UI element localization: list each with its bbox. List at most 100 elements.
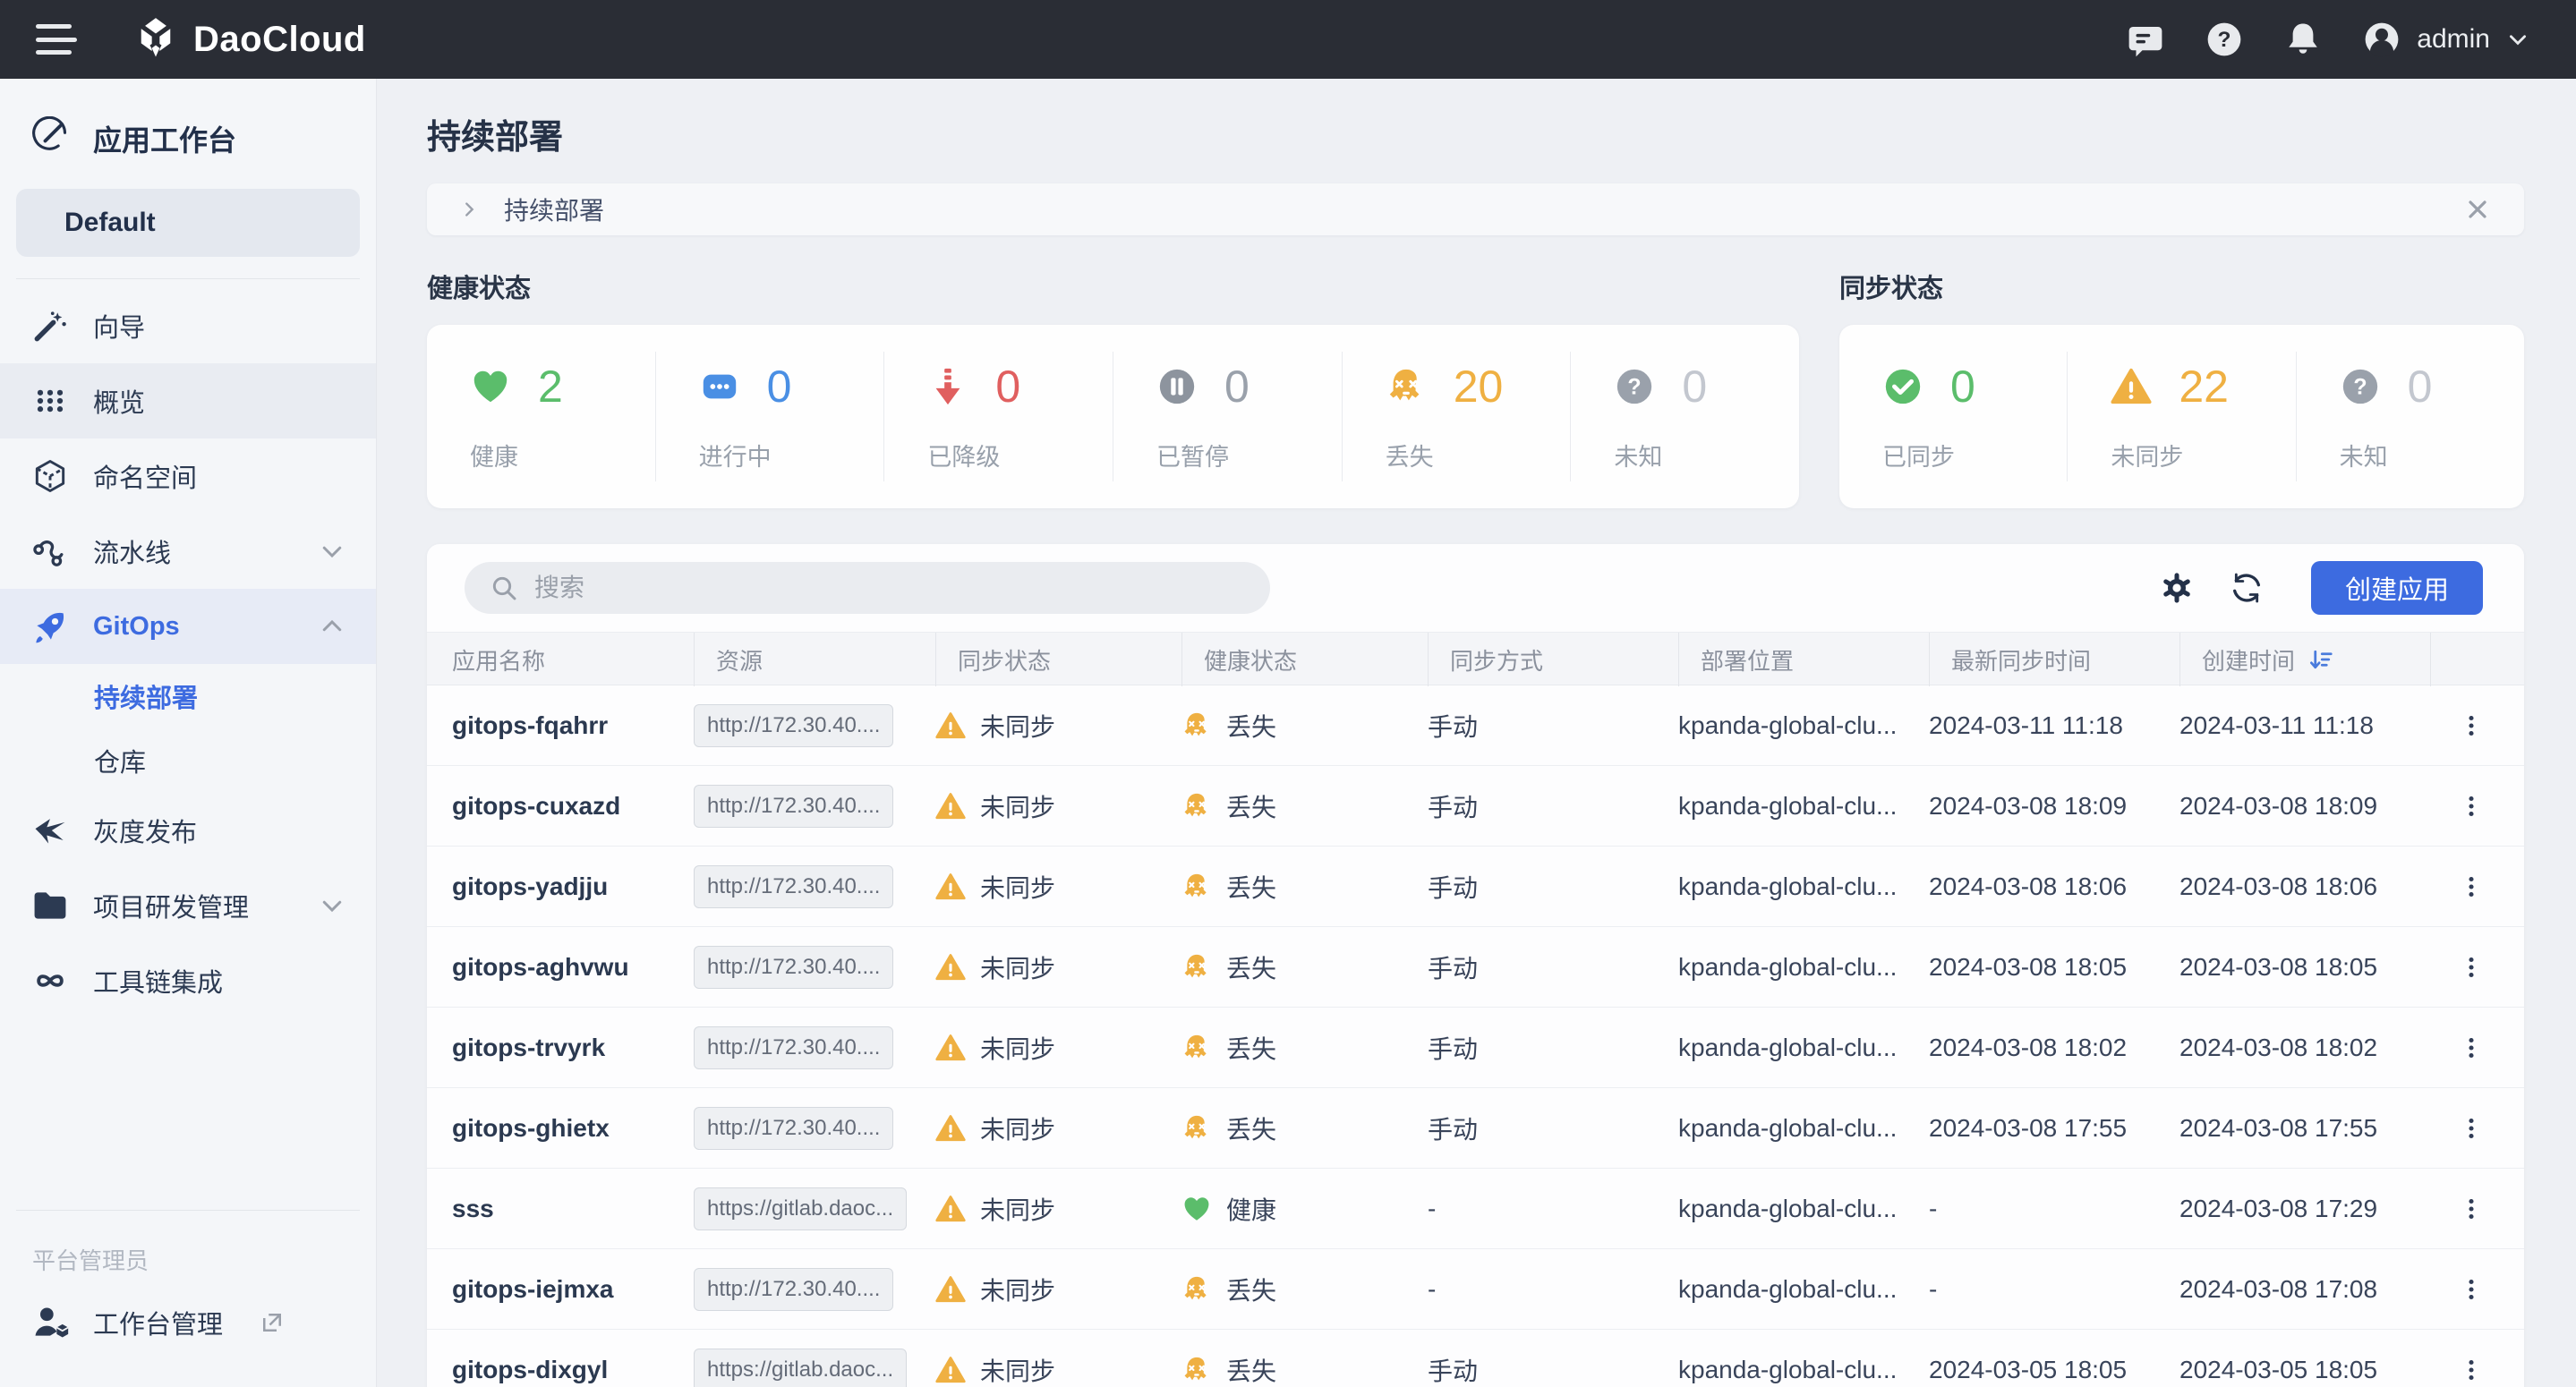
sync-method-cell: - xyxy=(1428,1195,1678,1223)
row-actions-button[interactable] xyxy=(2430,1113,2524,1144)
resource-chip[interactable]: http://172.30.40.... xyxy=(694,946,893,989)
stat-degraded: 0 已降级 xyxy=(883,352,1113,481)
heart-icon xyxy=(470,366,511,407)
breadcrumb-item[interactable]: 持续部署 xyxy=(504,191,604,227)
row-actions-button[interactable] xyxy=(2430,1033,2524,1063)
app-name-link[interactable]: sss xyxy=(452,1195,694,1223)
app-name-link[interactable]: gitops-iejmxa xyxy=(452,1275,694,1304)
sync-status-cell: 未同步 xyxy=(935,1110,1181,1146)
sidebar-item-pipeline[interactable]: 流水线 xyxy=(0,514,376,589)
last-sync-time-cell: 2024-03-05 18:05 xyxy=(1929,1356,2179,1384)
question-icon: ? xyxy=(2340,366,2381,407)
deploy-location-cell: kpanda-global-clu... xyxy=(1678,872,1929,901)
topbar: DaoCloud ? admin xyxy=(0,0,2576,79)
sidebar-item-namespace[interactable]: 命名空间 xyxy=(0,438,376,514)
arrow-down-icon xyxy=(927,366,968,407)
table-row: gitops-aghvwu http://172.30.40.... 未同步 丢… xyxy=(427,927,2524,1008)
sidebar-item-canary-release[interactable]: 灰度发布 xyxy=(0,793,376,868)
brand[interactable]: DaoCloud xyxy=(132,16,366,63)
stat-label: 未知 xyxy=(2340,438,2524,472)
sidebar-item-label: 持续部署 xyxy=(94,677,198,715)
folder-icon xyxy=(30,886,70,925)
app-name-link[interactable]: gitops-cuxazd xyxy=(452,792,694,821)
app-name-link[interactable]: gitops-trvyrk xyxy=(452,1034,694,1062)
row-actions-button[interactable] xyxy=(2430,872,2524,902)
stat-label: 已暂停 xyxy=(1156,438,1342,472)
sidebar-item-repository[interactable]: 仓库 xyxy=(0,728,376,793)
col-created-time[interactable]: 创建时间 xyxy=(2179,633,2430,686)
health-status-card: 2 健康 0 进行中 xyxy=(427,325,1799,508)
sidebar-item-overview[interactable]: 概览 xyxy=(0,363,376,438)
row-actions-button[interactable] xyxy=(2430,791,2524,821)
resource-chip[interactable]: http://172.30.40.... xyxy=(694,704,893,747)
col-sync-method[interactable]: 同步方式 xyxy=(1428,633,1678,686)
warning-icon xyxy=(935,791,966,821)
last-sync-time-cell: 2024-03-08 18:05 xyxy=(1929,953,2179,982)
deploy-location-cell: kpanda-global-clu... xyxy=(1678,1356,1929,1384)
create-app-button[interactable]: 创建应用 xyxy=(2311,561,2483,615)
resource-chip[interactable]: http://172.30.40.... xyxy=(694,1026,893,1069)
app-name-link[interactable]: gitops-yadjju xyxy=(452,872,694,901)
sync-status-cell: 未同步 xyxy=(935,869,1181,905)
created-time-cell: 2024-03-08 17:08 xyxy=(2179,1275,2430,1304)
app-name-link[interactable]: gitops-aghvwu xyxy=(452,953,694,982)
refresh-icon[interactable] xyxy=(2229,570,2265,606)
resource-chip[interactable]: http://172.30.40.... xyxy=(694,1268,893,1311)
resource-chip[interactable]: http://172.30.40.... xyxy=(694,865,893,908)
bell-icon[interactable] xyxy=(2284,21,2322,58)
sidebar-item-continuous-deployment[interactable]: 持续部署 xyxy=(0,664,376,728)
app-name-link[interactable]: gitops-fqahrr xyxy=(452,711,694,740)
col-last-sync-time[interactable]: 最新同步时间 xyxy=(1929,633,2179,686)
sidebar-item-project-management[interactable]: 项目研发管理 xyxy=(0,868,376,943)
sort-descending-icon[interactable] xyxy=(2307,646,2334,673)
stat-sync-unknown: ? 0 未知 xyxy=(2296,352,2524,481)
table-tools: 创建应用 xyxy=(2159,561,2483,615)
menu-toggle-icon[interactable] xyxy=(36,24,77,55)
last-sync-time-cell: - xyxy=(1929,1195,2179,1223)
sync-status-cell: 未同步 xyxy=(935,1030,1181,1066)
app-name-link[interactable]: gitops-ghietx xyxy=(452,1114,694,1143)
sidebar-item-wizard[interactable]: 向导 xyxy=(0,288,376,363)
row-actions-button[interactable] xyxy=(2430,1274,2524,1305)
row-actions-button[interactable] xyxy=(2430,952,2524,983)
workspace-selector[interactable]: Default xyxy=(16,189,360,257)
sidebar-item-workbench-management[interactable]: 工作台管理 xyxy=(0,1285,376,1360)
table-row: sss https://gitlab.daoc... 未同步 健康 - kpan… xyxy=(427,1169,2524,1249)
warning-icon xyxy=(935,952,966,983)
sidebar-item-gitops[interactable]: GitOps xyxy=(0,589,376,664)
row-actions-button[interactable] xyxy=(2430,711,2524,741)
search-input[interactable] xyxy=(534,574,1245,602)
workspace-selector-label: Default xyxy=(64,208,311,238)
sync-method-cell: 手动 xyxy=(1428,1030,1678,1066)
app-name-link[interactable]: gitops-dixgyl xyxy=(452,1356,694,1384)
help-icon[interactable]: ? xyxy=(2205,21,2243,58)
sidebar-nav: 向导 概览 命名空间 xyxy=(0,288,376,1018)
sidebar-item-label: 项目研发管理 xyxy=(93,887,295,924)
sidebar-item-label: 命名空间 xyxy=(93,457,345,495)
col-sync-status[interactable]: 同步状态 xyxy=(935,633,1181,686)
health-status-cell: 丢失 xyxy=(1181,869,1428,905)
user-menu[interactable]: admin xyxy=(2363,21,2529,58)
col-app-name[interactable]: 应用名称 xyxy=(452,633,694,686)
gear-icon[interactable] xyxy=(2159,570,2195,606)
resource-chip[interactable]: http://172.30.40.... xyxy=(694,785,893,828)
close-icon[interactable] xyxy=(2463,195,2492,224)
kebab-menu-icon xyxy=(2456,872,2486,902)
sidebar-item-toolchain[interactable]: 工具链集成 xyxy=(0,943,376,1018)
col-resource[interactable]: 资源 xyxy=(694,633,935,686)
row-actions-button[interactable] xyxy=(2430,1355,2524,1385)
resource-chip[interactable]: https://gitlab.daoc... xyxy=(694,1187,907,1230)
col-deploy-location[interactable]: 部署位置 xyxy=(1678,633,1929,686)
sidebar-item-label: 工具链集成 xyxy=(93,962,345,1000)
search-box[interactable] xyxy=(465,562,1270,614)
stat-label: 未知 xyxy=(1614,438,1799,472)
table-row: gitops-ghietx http://172.30.40.... 未同步 丢… xyxy=(427,1088,2524,1169)
chevron-right-icon[interactable] xyxy=(459,200,479,219)
stat-value: 0 xyxy=(1224,361,1250,413)
resource-chip[interactable]: http://172.30.40.... xyxy=(694,1107,893,1150)
row-actions-button[interactable] xyxy=(2430,1194,2524,1224)
screen: DaoCloud ? admin xyxy=(0,0,2576,1387)
col-health-status[interactable]: 健康状态 xyxy=(1181,633,1428,686)
resource-chip[interactable]: https://gitlab.daoc... xyxy=(694,1349,907,1387)
message-icon[interactable] xyxy=(2127,21,2164,58)
